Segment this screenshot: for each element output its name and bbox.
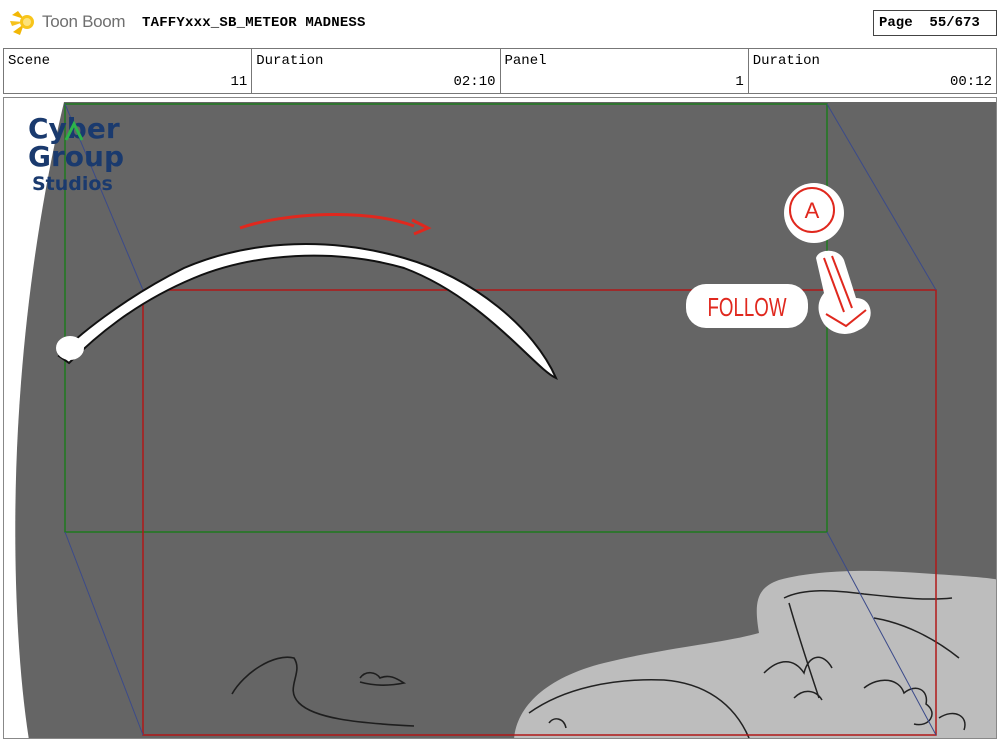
storyboard-header: Toon Boom TAFFYxxx_SB_METEOR MADNESS Pag… — [0, 0, 1000, 46]
panel-cell: Panel 1 — [501, 49, 749, 93]
watermark-line-2: Group — [28, 140, 124, 173]
scene-duration-value: 02:10 — [453, 74, 496, 90]
scene-value: 11 — [230, 74, 248, 90]
studio-watermark: Cyber Group Studios — [28, 112, 124, 195]
scene-duration-label: Duration — [256, 53, 324, 69]
app-name: Toon Boom — [42, 12, 126, 31]
page-label: Page — [879, 15, 913, 31]
watermark-line-3: Studios — [32, 173, 113, 195]
panel-duration-label: Duration — [752, 53, 820, 69]
scene-duration-cell: Duration 02:10 — [252, 49, 501, 93]
document-title: TAFFYxxx_SB_METEOR MADNESS — [142, 15, 366, 31]
toon-boom-star-icon — [10, 11, 34, 35]
toon-boom-logo: Toon Boom — [8, 6, 126, 38]
scene-cell: Scene 11 — [4, 49, 253, 93]
annotation-circle-label: A — [805, 198, 820, 223]
panel-label: Panel — [504, 53, 547, 69]
scene-label: Scene — [8, 53, 51, 69]
panel-duration-value: 00:12 — [949, 74, 992, 90]
storyboard-panel[interactable]: A FOLLOW Cyber Group Studios — [3, 97, 997, 739]
panel-duration-cell: Duration 00:12 — [749, 49, 996, 93]
panel-value: 1 — [735, 74, 744, 90]
page-indicator: Page 55/673 — [873, 10, 997, 36]
scene-info-bar: Scene 11 Duration 02:10 Panel 1 Duration… — [3, 48, 997, 94]
panel-artwork: A FOLLOW Cyber Group Studios — [15, 102, 996, 738]
page-value: 55/673 — [929, 15, 980, 31]
follow-note-text: FOLLOW — [707, 292, 787, 322]
meteor-arc-tip — [56, 336, 84, 360]
